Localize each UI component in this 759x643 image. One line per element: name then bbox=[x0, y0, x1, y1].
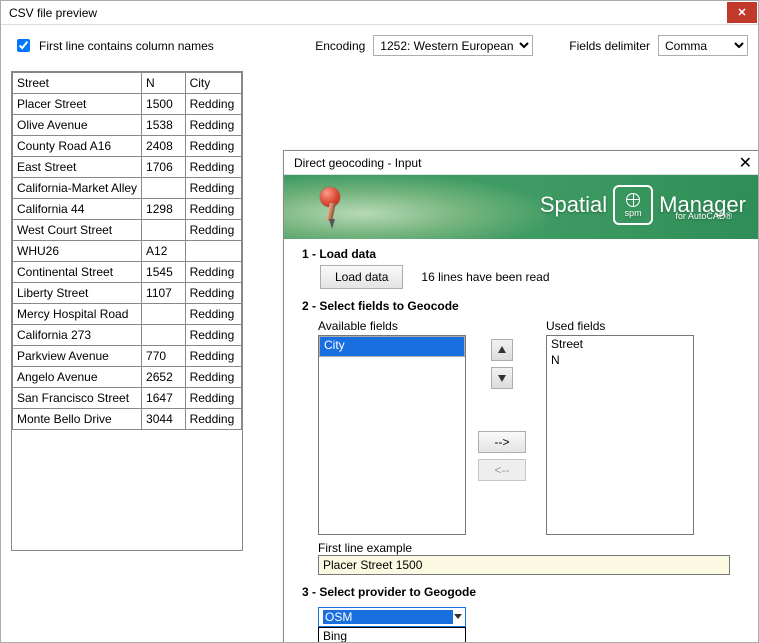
table-row[interactable]: Liberty Street1107Redding bbox=[13, 283, 242, 304]
first-line-input[interactable] bbox=[17, 39, 30, 52]
table-row[interactable]: Monte Bello Drive3044Redding bbox=[13, 409, 242, 430]
table-row[interactable]: West Court StreetRedding bbox=[13, 220, 242, 241]
step2-heading: 2 - Select fields to Geocode bbox=[302, 299, 744, 313]
close-icon[interactable]: ✕ bbox=[727, 2, 757, 23]
col-city[interactable]: City bbox=[185, 73, 241, 94]
dialog-title: Direct geocoding - Input bbox=[294, 156, 739, 170]
used-label: Used fields bbox=[546, 319, 694, 333]
table-row[interactable]: Mercy Hospital RoadRedding bbox=[13, 304, 242, 325]
chevron-down-icon bbox=[453, 610, 463, 624]
list-item[interactable]: Street bbox=[547, 336, 693, 352]
provider-dropdown[interactable]: BingGoogleOSM bbox=[318, 627, 466, 643]
table-row[interactable]: WHU26A12 bbox=[13, 241, 242, 262]
load-data-button[interactable]: Load data bbox=[320, 265, 403, 289]
table-row[interactable]: Placer Street1500Redding bbox=[13, 94, 242, 115]
table-row[interactable]: Parkview Avenue770Redding bbox=[13, 346, 242, 367]
step1-heading: 1 - Load data bbox=[302, 247, 744, 261]
move-up-button[interactable] bbox=[491, 339, 513, 361]
table-row[interactable]: Continental Street1545Redding bbox=[13, 262, 242, 283]
preview-table: Street N City Placer Street1500ReddingOl… bbox=[11, 71, 243, 551]
first-line-example-label: First line example bbox=[318, 541, 730, 555]
csv-preview-window: CSV file preview ✕ First line contains c… bbox=[0, 0, 759, 643]
titlebar: CSV file preview ✕ bbox=[1, 1, 758, 25]
add-field-button[interactable]: --> bbox=[478, 431, 526, 453]
step1: 1 - Load data Load data 16 lines have be… bbox=[284, 239, 758, 291]
encoding-select[interactable]: 1252: Western European (Win bbox=[373, 35, 533, 56]
remove-field-button[interactable]: <-- bbox=[478, 459, 526, 481]
table-header-row: Street N City bbox=[13, 73, 242, 94]
pushpin-icon bbox=[314, 183, 350, 235]
available-listbox[interactable]: City bbox=[318, 335, 466, 535]
encoding-label: Encoding bbox=[315, 39, 365, 53]
table-row[interactable]: Olive Avenue1538Redding bbox=[13, 115, 242, 136]
delimiter-label: Fields delimiter bbox=[569, 39, 650, 53]
brand-banner: Spatial spm Manager for AutoCAD® bbox=[284, 175, 758, 239]
first-line-checkbox[interactable]: First line contains column names bbox=[13, 36, 214, 55]
options-row: First line contains column names Encodin… bbox=[1, 25, 758, 62]
spm-badge-icon: spm bbox=[613, 185, 653, 225]
available-label: Available fields bbox=[318, 319, 466, 333]
table-row[interactable]: California-Market AlleyRedding bbox=[13, 178, 242, 199]
provider-select[interactable]: OSM bbox=[318, 607, 466, 627]
move-down-button[interactable] bbox=[491, 367, 513, 389]
table-row[interactable]: California 273Redding bbox=[13, 325, 242, 346]
triangle-down-icon bbox=[497, 373, 507, 383]
triangle-up-icon bbox=[497, 345, 507, 355]
first-line-example-value: Placer Street 1500 bbox=[318, 555, 730, 575]
table-row[interactable]: County Road A162408Redding bbox=[13, 136, 242, 157]
used-listbox[interactable]: StreetN bbox=[546, 335, 694, 535]
delimiter-select[interactable]: Comma bbox=[658, 35, 748, 56]
provider-option[interactable]: Bing bbox=[319, 628, 465, 643]
geocode-dialog: Direct geocoding - Input ✕ Spatial spm M… bbox=[283, 150, 759, 643]
table-row[interactable]: California 441298Redding bbox=[13, 199, 242, 220]
step3-heading: 3 - Select provider to Geogode bbox=[302, 585, 744, 599]
col-street[interactable]: Street bbox=[13, 73, 142, 94]
dialog-titlebar: Direct geocoding - Input ✕ bbox=[284, 151, 758, 175]
col-n[interactable]: N bbox=[142, 73, 186, 94]
table-row[interactable]: San Francisco Street1647Redding bbox=[13, 388, 242, 409]
step3: 3 - Select provider to Geogode OSM BingG… bbox=[284, 577, 758, 629]
first-line-label: First line contains column names bbox=[39, 39, 214, 53]
table-row[interactable]: East Street1706Redding bbox=[13, 157, 242, 178]
list-item[interactable]: City bbox=[319, 336, 465, 357]
list-item[interactable]: N bbox=[547, 352, 693, 368]
brand-logo: Spatial spm Manager for AutoCAD® bbox=[540, 185, 746, 225]
window-title: CSV file preview bbox=[9, 6, 727, 20]
load-status: 16 lines have been read bbox=[421, 270, 549, 284]
table-row[interactable]: Angelo Avenue2652Redding bbox=[13, 367, 242, 388]
step2: 2 - Select fields to Geocode Available f… bbox=[284, 291, 758, 577]
dialog-close-icon[interactable]: ✕ bbox=[739, 153, 752, 173]
